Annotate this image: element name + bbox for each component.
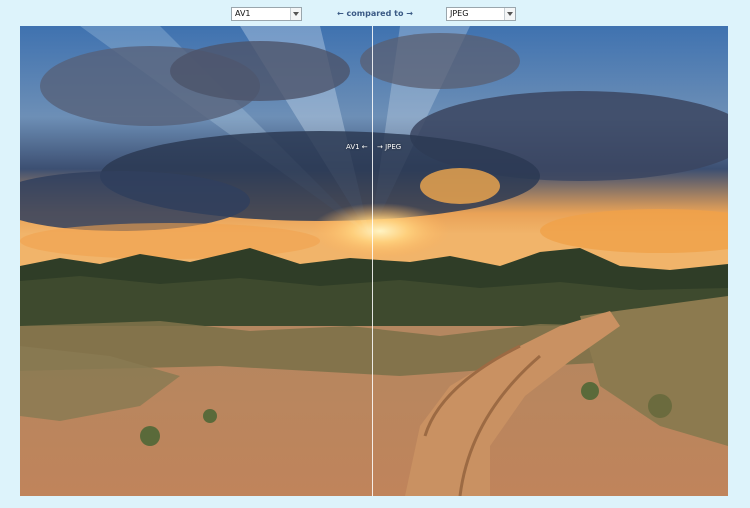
right-overlay-label: → JPEG [377,143,402,151]
comparison-toolbar: AV1 ← compared to → JPEG [0,0,750,26]
left-format-select[interactable]: AV1 [231,7,302,21]
comparison-divider-handle[interactable] [372,26,373,496]
left-format-value: AV1 [235,9,251,18]
chevron-down-icon[interactable] [504,8,515,20]
right-format-value: JPEG [450,9,469,18]
left-overlay-label: AV1 ← [346,143,368,151]
landscape-photo [20,26,728,496]
right-format-select[interactable]: JPEG [446,7,516,21]
image-comparison-viewer[interactable]: AV1 ← → JPEG [20,26,728,496]
compared-to-label: ← compared to → [337,9,413,18]
chevron-down-icon[interactable] [290,8,301,20]
